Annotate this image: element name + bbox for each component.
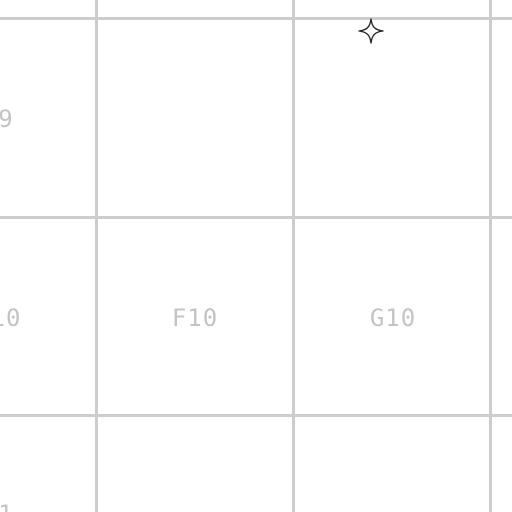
sparkle-icon bbox=[356, 16, 386, 46]
grid-line-vertical bbox=[95, 0, 98, 512]
grid-cell-label: F10 bbox=[171, 304, 219, 332]
grid-cell-label: 10 bbox=[0, 304, 22, 332]
grid-cell-label: 9 bbox=[0, 105, 14, 133]
grid-line-vertical bbox=[489, 0, 492, 512]
grid-line-horizontal bbox=[0, 17, 512, 20]
grid-line-horizontal bbox=[0, 216, 512, 219]
grid-cell-label: 1 bbox=[0, 502, 86, 512]
grid-line-horizontal bbox=[0, 414, 512, 417]
grid-line-vertical bbox=[292, 0, 295, 512]
grid-cell-label: G10 bbox=[369, 304, 417, 332]
grid-canvas[interactable]: 9 10 F10 G10 1 bbox=[0, 0, 512, 512]
